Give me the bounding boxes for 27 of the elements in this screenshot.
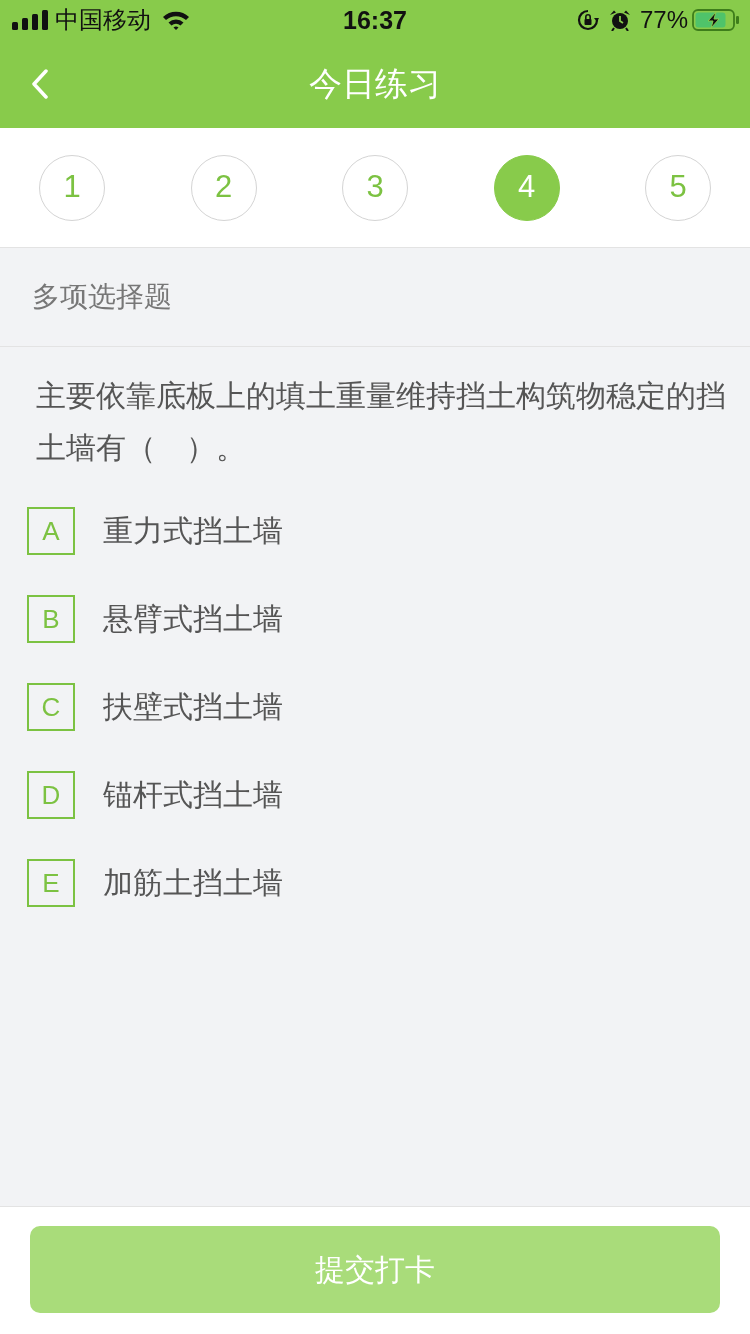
- question-number-tab[interactable]: 5: [645, 154, 711, 221]
- option-label: 悬臂式挡土墙: [103, 601, 283, 637]
- wifi-icon: [162, 10, 190, 30]
- question-number-tab[interactable]: 1: [39, 154, 105, 221]
- question-number-tab[interactable]: 2: [190, 154, 257, 221]
- page-title: 今日练习: [309, 64, 441, 104]
- signal-icon: [12, 10, 48, 30]
- option-label: 锚杆式挡土墙: [103, 777, 283, 813]
- question-type-label: 多项选择题: [32, 280, 172, 314]
- option-letter-box[interactable]: C: [27, 683, 75, 731]
- option-letter-box[interactable]: A: [27, 507, 75, 555]
- status-time: 16:37: [343, 6, 407, 34]
- option-label: 扶壁式挡土墙: [103, 689, 283, 725]
- option-label: 重力式挡土墙: [103, 513, 283, 549]
- question-number-tab[interactable]: 3: [342, 154, 408, 221]
- rotation-lock-icon: [576, 9, 599, 31]
- carrier-name: 中国移动: [55, 6, 151, 34]
- option-label: 加筋土挡土墙: [103, 865, 283, 901]
- battery-charging-icon: [692, 9, 740, 31]
- option-letter-box[interactable]: D: [27, 771, 75, 819]
- back-chevron-icon: [31, 69, 49, 99]
- battery-percent: 77%: [639, 6, 688, 34]
- option-letter-box[interactable]: B: [27, 595, 75, 643]
- question-text: 主要依靠底板上的填土重量维持挡土构筑物稳定的挡土墙有（ ）。: [36, 378, 727, 466]
- option-letter-box[interactable]: E: [27, 859, 75, 907]
- alarm-icon: [608, 9, 631, 31]
- question-number-tab[interactable]: 4: [493, 154, 560, 221]
